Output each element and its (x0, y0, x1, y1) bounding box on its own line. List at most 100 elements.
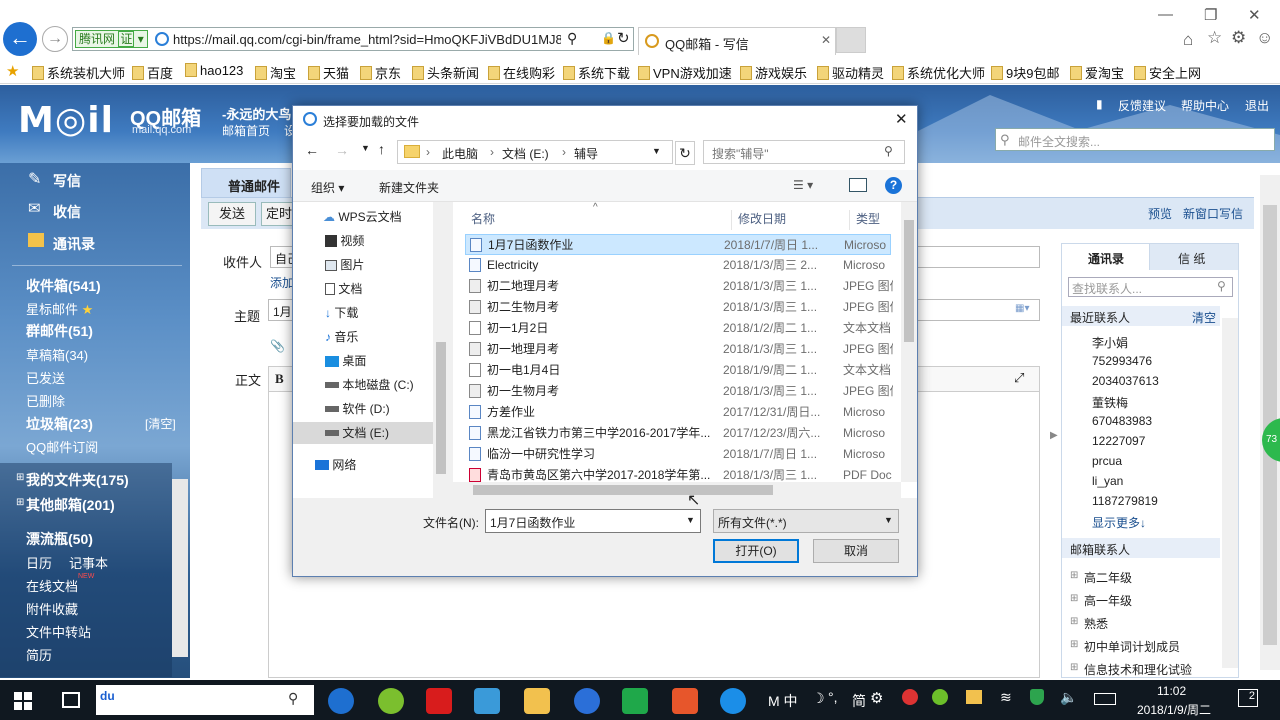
fav-item[interactable]: 京东 (360, 63, 401, 82)
app-360-icon[interactable] (328, 688, 354, 714)
folder-starred[interactable]: 星标邮件 ★ (26, 299, 93, 318)
online-docs-link[interactable]: 在线文档 (26, 576, 78, 595)
junk-clear-link[interactable]: [清空] (145, 415, 176, 432)
folder-other[interactable]: 其他邮箱(201) (26, 495, 115, 515)
fav-item[interactable]: 驱动精灵 (817, 63, 884, 82)
files-vscrollbar[interactable] (901, 202, 917, 482)
files-hscrollbar[interactable] (453, 482, 901, 498)
expand-icon[interactable]: ⊞ (1070, 639, 1078, 650)
contacts-tab[interactable]: 通讯录 (1062, 244, 1150, 270)
nav-contacts[interactable]: 通讯录 (53, 234, 95, 254)
folder-deleted[interactable]: 已删除 (26, 391, 65, 410)
taskbar-search-box[interactable]: du ⚲ (96, 685, 314, 715)
expand-editor-icon[interactable]: ⤢ (1014, 370, 1024, 386)
logout-link[interactable]: 退出 (1245, 97, 1269, 114)
group-item[interactable]: 高一年级 (1084, 592, 1132, 609)
chevron-down-icon[interactable]: ▼ (686, 515, 695, 525)
folder-inbox[interactable]: 收件箱(541) (26, 276, 101, 296)
help-icon[interactable]: ? (885, 177, 902, 194)
folder-subscribe[interactable]: QQ邮件订阅 (26, 437, 98, 456)
contact-item[interactable]: li_yan (1092, 474, 1123, 488)
expand-icon[interactable]: ⊞ (16, 472, 24, 483)
phone-icon[interactable]: ▮ (1096, 97, 1103, 111)
contact-item[interactable]: 董铁梅 (1092, 394, 1128, 411)
file-type-select[interactable]: 所有文件(*.*) ▼ (713, 509, 899, 533)
expand-icon[interactable]: ⊞ (16, 497, 24, 508)
fav-item[interactable]: 头条新闻 (412, 63, 479, 82)
search-icon[interactable]: ⚲ (567, 30, 577, 47)
folder-group[interactable]: 群邮件(51) (26, 321, 93, 341)
refresh-icon[interactable]: ↻ (675, 141, 695, 165)
address-bar[interactable]: 腾讯网 证 ▾ https://mail.qq.com/cgi-bin/fram… (72, 27, 634, 51)
fav-item[interactable]: 天猫 (308, 63, 349, 82)
back-button[interactable]: ← (3, 22, 37, 56)
app-camtasia-icon[interactable] (622, 688, 648, 714)
contact-item[interactable]: 12227097 (1092, 434, 1145, 448)
fav-item[interactable]: VPN游戏加速 (638, 63, 732, 82)
notes-link[interactable]: 记事本 (69, 553, 108, 572)
forward-arrow-icon[interactable]: → (335, 142, 349, 158)
file-row[interactable]: 1月7日函数作业 2018/1/7/周日 1... Microso (465, 234, 891, 255)
file-row[interactable]: 初二地理月考 2018/1/3/周三 1... JPEG 图像 (465, 276, 893, 297)
fav-item[interactable]: 百度 (132, 63, 173, 82)
task-view-icon[interactable] (62, 692, 80, 708)
refresh-icon[interactable]: ↻ (617, 29, 630, 47)
tree-scrollbar[interactable] (433, 202, 449, 498)
folder-my[interactable]: 我的文件夹(175) (26, 470, 129, 490)
url-text[interactable]: https://mail.qq.com/cgi-bin/frame_html?s… (173, 32, 561, 47)
cancel-button[interactable]: 取消 (813, 539, 899, 563)
resume-link[interactable]: 简历 (26, 645, 52, 664)
folder-junk[interactable]: 垃圾箱(23) (26, 414, 93, 434)
smiley-icon[interactable]: ☺ (1256, 28, 1273, 48)
contact-item[interactable]: 670483983 (1092, 414, 1152, 428)
preview-pane-icon[interactable] (849, 178, 867, 192)
notification-icon[interactable]: 2 (1238, 689, 1258, 707)
chevron-down-icon[interactable]: ▼ (652, 146, 661, 156)
fav-item[interactable]: 在线购彩 (488, 63, 555, 82)
ime-indicator[interactable]: M 中 (768, 691, 798, 711)
filename-input[interactable]: 1月7日函数作业 ▼ (485, 509, 701, 533)
attachments-link[interactable]: 附件收藏 (26, 599, 78, 618)
keyboard-icon[interactable] (1094, 693, 1116, 705)
star-icon[interactable]: ☆ (1207, 28, 1222, 48)
fav-item[interactable]: 系统下载 (563, 63, 630, 82)
gear-icon[interactable]: ⚙ (870, 689, 883, 707)
favorites-star-icon[interactable]: ★ (6, 62, 19, 80)
minimize-icon[interactable]: — (1158, 6, 1173, 23)
show-more-link[interactable]: 显示更多↓ (1092, 514, 1146, 531)
organize-menu[interactable]: 组织 ▾ (311, 179, 344, 196)
stationery-tab[interactable]: 信 纸 (1150, 244, 1238, 270)
files-hscroll-thumb[interactable] (473, 485, 773, 495)
settings-icon[interactable]: ⚙ (1231, 28, 1246, 48)
windows-start-icon[interactable] (14, 692, 32, 710)
chevron-down-icon[interactable]: ▼ (361, 143, 370, 153)
file-explorer-icon[interactable] (524, 688, 550, 714)
clock-date[interactable]: 2018/1/9/周二 (1137, 701, 1211, 718)
files-vscroll-thumb[interactable] (904, 220, 914, 342)
app-orange-icon[interactable] (672, 688, 698, 714)
app-ie-blue-icon[interactable] (574, 688, 600, 714)
dialog-search-input[interactable]: 搜索"辅导" ⚲ (703, 140, 905, 164)
nav-write[interactable]: 写信 (53, 171, 81, 191)
tray-green-icon[interactable] (932, 689, 948, 705)
file-row[interactable]: 黑龙江省铁力市第三中学2016-2017学年... 2017/12/23/周六..… (465, 423, 891, 444)
bold-button[interactable]: B (275, 371, 284, 387)
tray-folder-icon[interactable] (966, 690, 982, 704)
tab-normal-mail[interactable]: 普通邮件 (201, 168, 291, 198)
fav-item[interactable]: 9块9包邮 (991, 63, 1059, 82)
group-item[interactable]: 高二年级 (1084, 569, 1132, 586)
calendar-link[interactable]: 日历 (26, 553, 52, 572)
close-icon[interactable]: ✕ (895, 110, 908, 128)
moon-icon[interactable]: ☽ (812, 690, 825, 707)
path-segment[interactable]: 辅导 (574, 145, 598, 162)
path-bar[interactable]: › 此电脑 › 文档 (E:) › 辅导 ▼ (397, 140, 673, 164)
file-row[interactable]: Electricity 2018/1/3/周三 2... Microso (465, 255, 891, 276)
app-red-icon[interactable] (426, 688, 452, 714)
up-arrow-icon[interactable]: ↑ (378, 141, 385, 157)
ie-browser-icon[interactable] (720, 688, 746, 714)
sidebar-scrollbar[interactable] (172, 479, 188, 657)
fav-item[interactable]: 系统优化大师 (892, 63, 985, 82)
volume-icon[interactable]: 🔈 (1060, 689, 1077, 706)
send-button[interactable]: 发送 (208, 202, 256, 226)
tree-item-e[interactable]: 文档 (E:) (293, 422, 433, 444)
